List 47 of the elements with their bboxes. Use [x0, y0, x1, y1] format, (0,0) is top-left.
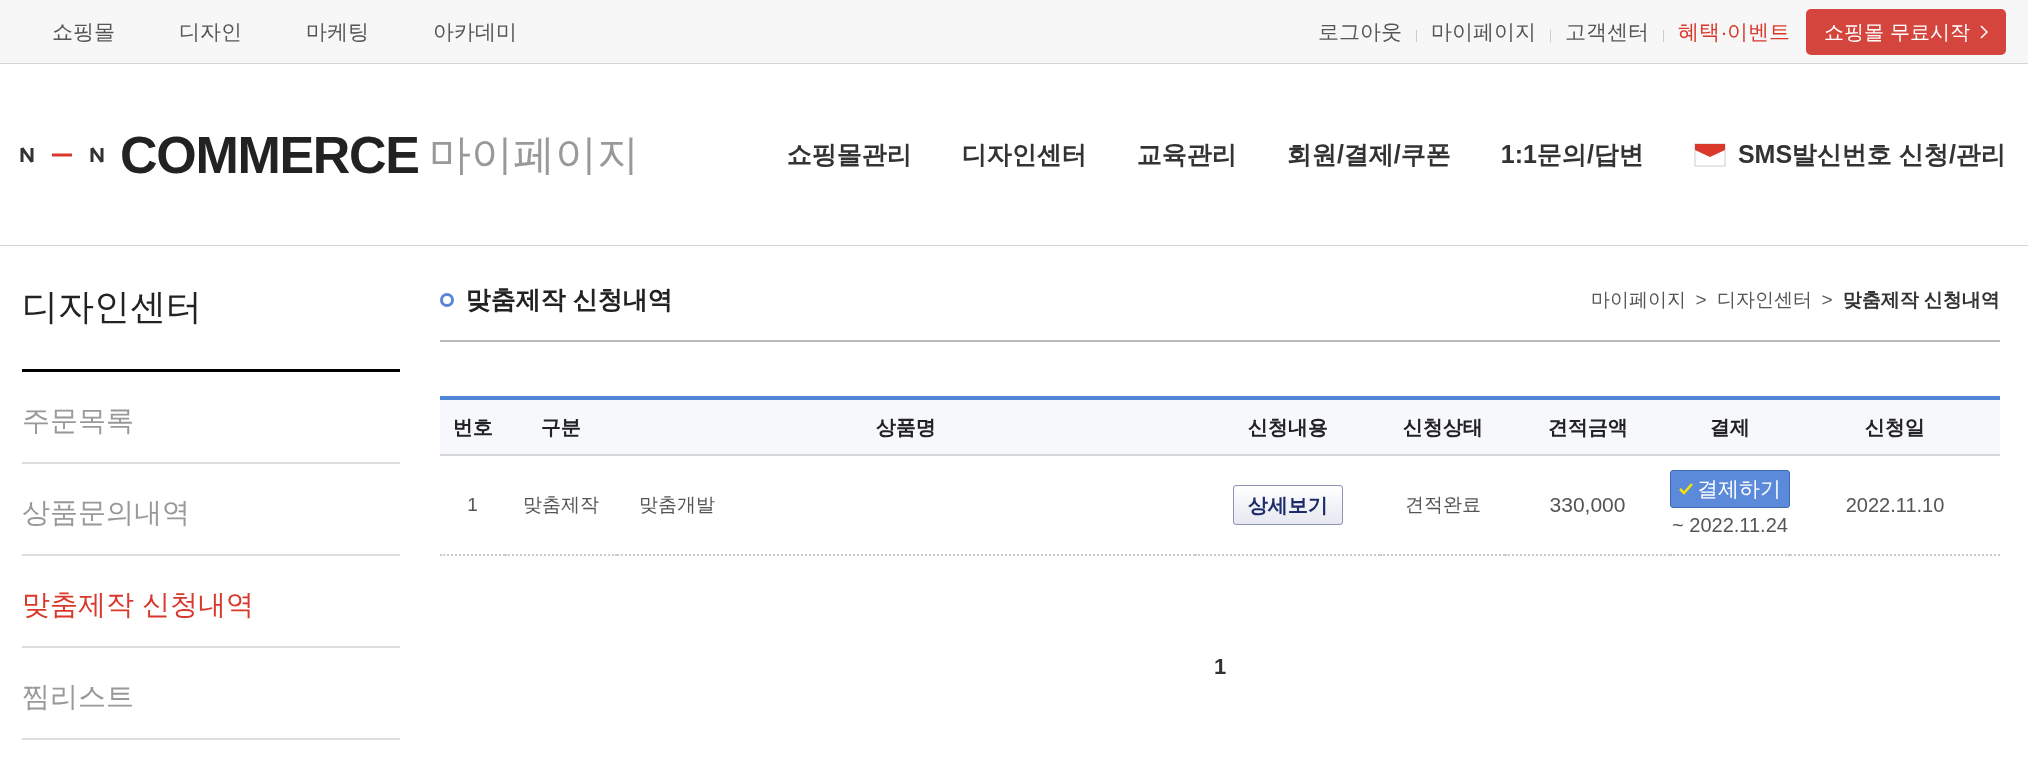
table-cell: 330,000	[1505, 455, 1670, 555]
checkmark-icon	[1679, 483, 1693, 495]
main-nav-link[interactable]: SMS발신번호 신청/관리	[1693, 135, 2006, 174]
page-number[interactable]: 1	[1213, 650, 1227, 683]
main-nav-link[interactable]: 쇼핑몰관리	[786, 135, 912, 174]
utility-link[interactable]: 로그아웃	[1318, 15, 1403, 48]
sidebar-title: 디자인센터	[22, 246, 400, 372]
main-nav-link[interactable]: 회원/결제/쿠폰	[1286, 135, 1451, 174]
column-header: 결제	[1670, 398, 1790, 455]
breadcrumb-separator: >	[1695, 287, 1707, 312]
top-nav-link[interactable]: 쇼핑몰	[52, 15, 115, 48]
main-nav-link[interactable]: 교육관리	[1136, 135, 1237, 174]
detail-view-button[interactable]: 상세보기	[1232, 485, 1343, 525]
column-header: 상품명	[617, 398, 1195, 455]
column-header: 신청일	[1790, 398, 2000, 455]
table-cell: 견적완료	[1380, 455, 1505, 555]
bullet-icon	[440, 293, 454, 307]
column-header: 구분	[505, 398, 617, 455]
main-nav-link[interactable]: 디자인센터	[961, 135, 1087, 174]
column-header: 신청상태	[1380, 398, 1505, 455]
table-cell: 1	[440, 455, 505, 555]
top-nav-link[interactable]: 아카데미	[433, 15, 517, 48]
logo-subtitle: 마이페이지	[428, 133, 639, 176]
breadcrumb-link[interactable]: 마이페이지	[1590, 285, 1686, 315]
table-cell: 맞춤개발	[617, 455, 1195, 555]
utility-link[interactable]: 마이페이지	[1431, 15, 1537, 48]
breadcrumb-link[interactable]: 맞춤제작 신청내역	[1842, 285, 2000, 315]
logo-text: COMMERCE	[120, 128, 419, 181]
payment-deadline: ~ 2022.11.24	[1672, 512, 1788, 538]
utility-link[interactable]: 혜택·이벤트	[1678, 15, 1791, 48]
top-nav-link[interactable]: 마케팅	[306, 15, 369, 48]
utility-link[interactable]: 고객센터	[1565, 15, 1650, 48]
column-header: 번호	[440, 398, 505, 455]
breadcrumb-separator: >	[1821, 287, 1833, 312]
envelope-icon	[1693, 142, 1726, 167]
column-header: 신청내용	[1195, 398, 1380, 455]
page-title: 맞춤제작 신청내역	[466, 284, 673, 316]
sidebar-item[interactable]: 맞춤제작 신청내역	[22, 556, 400, 648]
chevron-right-icon	[1980, 24, 1988, 39]
free-start-button[interactable]: 쇼핑몰 무료시작	[1806, 8, 2006, 55]
table-cell: 2022.11.10	[1790, 455, 2000, 555]
logo-mark-icon	[20, 145, 104, 164]
top-nav-link[interactable]: 디자인	[179, 15, 242, 48]
breadcrumb-link[interactable]: 디자인센터	[1716, 285, 1812, 315]
column-header: 견적금액	[1505, 398, 1670, 455]
table-cell: 맞춤제작	[505, 455, 617, 555]
main-nav-link[interactable]: 1:1문의/답변	[1500, 135, 1644, 174]
